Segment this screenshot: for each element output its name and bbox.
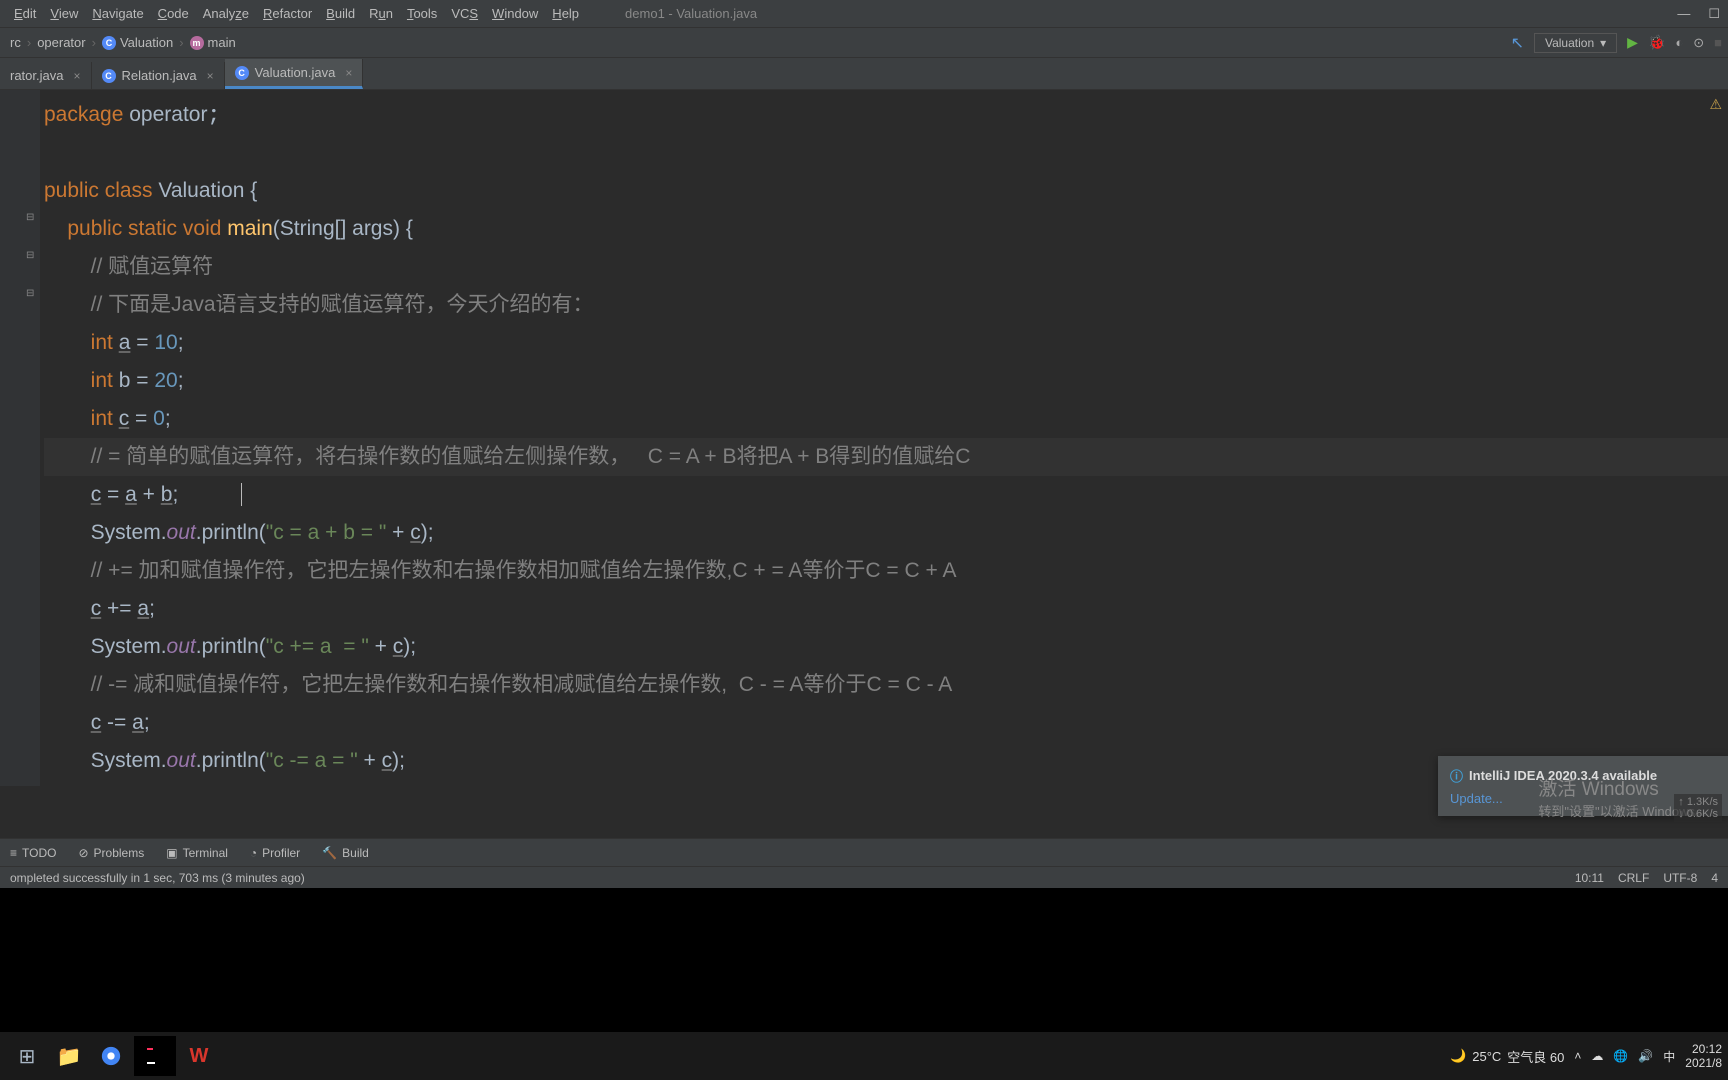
crumb-sep-icon: › [179, 35, 183, 50]
build-tool[interactable]: 🔨Build [322, 846, 369, 860]
menu-help[interactable]: Help [546, 4, 585, 23]
run-button[interactable]: ▶ [1627, 34, 1638, 51]
todo-tool[interactable]: ≡TODO [10, 846, 56, 860]
weather-text: 空气良 60 [1507, 1047, 1564, 1066]
close-icon[interactable]: × [73, 69, 80, 83]
fold-icon[interactable]: ⊟ [26, 250, 34, 261]
chrome-icon[interactable] [90, 1036, 132, 1076]
run-config-selector[interactable]: Valuation ▾ [1534, 33, 1617, 53]
tab-operator-java[interactable]: rator.java × [0, 62, 92, 89]
hammer-icon: 🔨 [322, 846, 337, 860]
breadcrumb-class[interactable]: CValuation [98, 35, 177, 50]
clock-time: 20:12 [1685, 1042, 1722, 1056]
nav-back-icon[interactable]: ↖ [1511, 33, 1524, 53]
file-explorer-icon[interactable]: 📁 [48, 1036, 90, 1076]
window-title: demo1 - Valuation.java [625, 6, 757, 21]
class-icon: C [235, 66, 249, 80]
method-icon: m [190, 36, 204, 50]
crumb-sep-icon: › [27, 35, 31, 50]
weather-temp: 25°C [1472, 1049, 1501, 1064]
run-config-label: Valuation [1545, 36, 1594, 50]
intellij-icon[interactable] [134, 1036, 176, 1076]
tray-network-icon[interactable]: 🌐 [1613, 1049, 1628, 1063]
fold-icon[interactable]: ⊟ [26, 212, 34, 223]
line-separator[interactable]: CRLF [1618, 871, 1649, 885]
notification-title-row: ⓘ IntelliJ IDEA 2020.3.4 available [1450, 766, 1716, 785]
file-encoding[interactable]: UTF-8 [1663, 871, 1697, 885]
moon-icon: 🌙 [1450, 1048, 1466, 1064]
close-icon[interactable]: × [207, 69, 214, 83]
caret-position[interactable]: 10:11 [1575, 871, 1604, 885]
menu-tools[interactable]: Tools [401, 4, 443, 23]
tab-label: Valuation.java [255, 65, 336, 80]
terminal-icon: ▣ [166, 846, 177, 860]
wps-icon[interactable]: W [178, 1036, 220, 1076]
window-controls: — ☐ [1677, 6, 1720, 22]
menu-refactor[interactable]: Refactor [257, 4, 318, 23]
network-speed-overlay: ↑ 1.3K/s ↓ 0.6K/s [1674, 794, 1722, 822]
status-message: ompleted successfully in 1 sec, 703 ms (… [10, 871, 305, 885]
stop-button[interactable]: ■ [1714, 35, 1722, 50]
minimize-icon[interactable]: — [1677, 6, 1690, 22]
fold-icon[interactable]: ⊟ [26, 288, 34, 299]
editor-gutter[interactable]: ▶ ▶ ⊟ ⊟ ⊟ [0, 90, 40, 786]
crumb-sep-icon: › [92, 35, 96, 50]
tray-onedrive-icon[interactable]: ☁ [1591, 1049, 1603, 1063]
profiler-tool[interactable]: ◔Profiler [250, 846, 300, 860]
menu-view[interactable]: View [44, 4, 84, 23]
tool-window-bar: ≡TODO ⊘Problems ▣Terminal ◔Profiler 🔨Bui… [0, 838, 1728, 866]
indent-size[interactable]: 4 [1711, 871, 1718, 885]
tab-label: Relation.java [122, 68, 197, 83]
status-bar: ompleted successfully in 1 sec, 703 ms (… [0, 866, 1728, 888]
start-button[interactable]: ⊞ [6, 1036, 48, 1076]
system-clock[interactable]: 20:12 2021/8 [1685, 1042, 1722, 1070]
debug-button[interactable]: 🐞 [1648, 34, 1665, 51]
menu-code[interactable]: Code [152, 4, 195, 23]
menu-analyze[interactable]: Analyze [197, 4, 255, 23]
breadcrumb-package[interactable]: operator [33, 35, 89, 50]
windows-taskbar: ⊞ 📁 W 🌙 25°C 空气良 60 ˄ ☁ 🌐 🔊 中 20:12 2021… [0, 1032, 1728, 1080]
coverage-icon[interactable]: ◐ [1675, 35, 1683, 50]
breadcrumb-src[interactable]: rc [6, 35, 25, 50]
menu-run[interactable]: Run [363, 4, 399, 23]
toolbar-right: ↖ Valuation ▾ ▶ 🐞 ◐ ⊙ ■ [1511, 33, 1722, 53]
navigation-bar: rc › operator › CValuation › mmain ↖ Val… [0, 28, 1728, 58]
tab-label: rator.java [10, 68, 63, 83]
close-icon[interactable]: × [345, 66, 352, 80]
tray-volume-icon[interactable]: 🔊 [1638, 1049, 1653, 1063]
class-icon: C [102, 36, 116, 50]
menu-edit[interactable]: Edit [8, 4, 42, 23]
editor-area: ▶ ▶ ⊟ ⊟ ⊟ package operator; public class… [0, 90, 1728, 786]
warning-icon: ⊘ [78, 846, 88, 860]
profiler-icon[interactable]: ⊙ [1693, 35, 1704, 51]
profiler-icon: ◔ [250, 846, 257, 860]
tray-ime[interactable]: 中 [1663, 1048, 1675, 1065]
list-icon: ≡ [10, 846, 17, 860]
text-caret [241, 483, 248, 506]
tab-relation-java[interactable]: C Relation.java × [92, 62, 225, 89]
update-link[interactable]: Update... [1450, 791, 1503, 806]
menu-navigate[interactable]: Navigate [86, 4, 149, 23]
editor-tabs: rator.java × C Relation.java × C Valuati… [0, 58, 1728, 90]
info-icon: ⓘ [1450, 766, 1463, 785]
tray-chevron-icon[interactable]: ˄ [1574, 1049, 1581, 1063]
chevron-down-icon: ▾ [1600, 36, 1606, 50]
clock-date: 2021/8 [1685, 1056, 1722, 1070]
maximize-icon[interactable]: ☐ [1708, 6, 1720, 22]
menu-build[interactable]: Build [320, 4, 361, 23]
problems-tool[interactable]: ⊘Problems [78, 846, 144, 860]
blank-area [0, 888, 1728, 1032]
warning-icon[interactable]: ⚠ [1709, 96, 1722, 113]
notification-title: IntelliJ IDEA 2020.3.4 available [1469, 768, 1657, 783]
menu-vcs[interactable]: VCS [445, 4, 484, 23]
breadcrumb-method[interactable]: mmain [186, 35, 240, 50]
title-bar: Edit View Navigate Code Analyze Refactor… [0, 0, 1728, 28]
menu-window[interactable]: Window [486, 4, 544, 23]
tab-valuation-java[interactable]: C Valuation.java × [225, 59, 364, 89]
class-icon: C [102, 69, 116, 83]
code-editor[interactable]: package operator; public class Valuation… [40, 90, 1728, 786]
main-menu: Edit View Navigate Code Analyze Refactor… [8, 4, 585, 23]
terminal-tool[interactable]: ▣Terminal [166, 846, 228, 860]
weather-widget[interactable]: 🌙 25°C 空气良 60 [1450, 1047, 1564, 1066]
